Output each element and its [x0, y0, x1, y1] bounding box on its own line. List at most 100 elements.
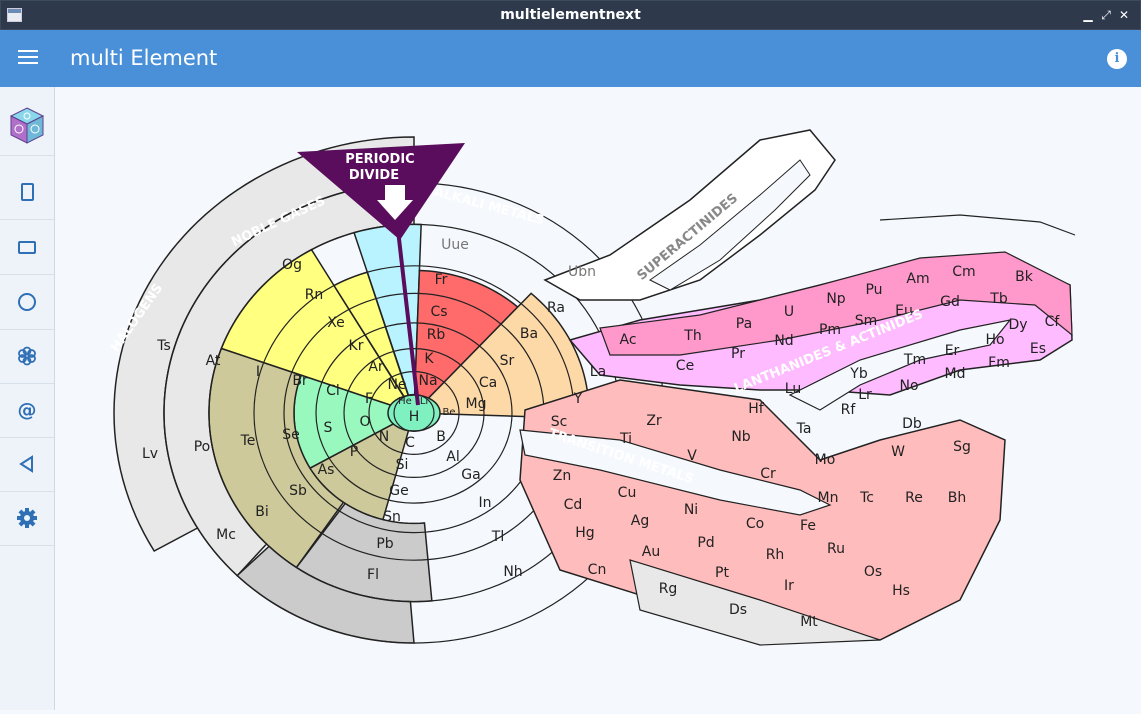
element-bh[interactable]: Bh — [948, 490, 966, 506]
element-sn[interactable]: Sn — [383, 509, 401, 525]
element-og[interactable]: Og — [282, 257, 302, 273]
element-pm[interactable]: Pm — [819, 322, 841, 338]
element-yb[interactable]: Yb — [849, 366, 868, 382]
element-la[interactable]: La — [590, 364, 606, 380]
element-os[interactable]: Os — [864, 564, 882, 580]
element-fe[interactable]: Fe — [800, 518, 816, 534]
element-dy[interactable]: Dy — [1008, 317, 1027, 333]
element-ubn[interactable]: Ubn — [568, 264, 596, 280]
element-si[interactable]: Si — [396, 457, 409, 473]
element-rn[interactable]: Rn — [305, 287, 324, 303]
element-ge[interactable]: Ge — [389, 483, 408, 499]
gear-icon[interactable] — [0, 491, 54, 546]
element-mc[interactable]: Mc — [216, 527, 236, 543]
element-ho[interactable]: Ho — [985, 332, 1004, 348]
element-lu[interactable]: Lu — [785, 381, 801, 397]
element-xe[interactable]: Xe — [327, 315, 345, 331]
element-bi[interactable]: Bi — [255, 504, 269, 520]
element-he[interactable]: He — [398, 396, 412, 407]
element-ta[interactable]: Ta — [796, 421, 812, 437]
element-p[interactable]: P — [350, 444, 358, 460]
element-ir[interactable]: Ir — [784, 578, 794, 594]
element-th[interactable]: Th — [683, 328, 701, 344]
element-tc[interactable]: Tc — [859, 490, 874, 506]
element-ts[interactable]: Ts — [156, 338, 171, 354]
element-ac[interactable]: Ac — [619, 332, 636, 348]
element-pr[interactable]: Pr — [731, 346, 745, 362]
element-fm[interactable]: Fm — [988, 355, 1010, 371]
element-br[interactable]: Br — [292, 373, 308, 389]
element-es[interactable]: Es — [1030, 341, 1046, 357]
element-md[interactable]: Md — [945, 366, 966, 382]
element-ca[interactable]: Ca — [479, 375, 497, 391]
element-pt[interactable]: Pt — [715, 565, 729, 581]
element-ru[interactable]: Ru — [827, 541, 845, 557]
element-o[interactable]: O — [359, 414, 370, 430]
element-rh[interactable]: Rh — [766, 547, 785, 563]
element-hg[interactable]: Hg — [575, 525, 594, 541]
element-gd[interactable]: Gd — [940, 294, 960, 310]
element-re[interactable]: Re — [905, 490, 923, 506]
info-icon[interactable]: i — [1107, 49, 1127, 69]
element-lv[interactable]: Lv — [142, 446, 158, 462]
element-mn[interactable]: Mn — [818, 490, 839, 506]
element-db[interactable]: Db — [902, 416, 922, 432]
menu-icon[interactable] — [18, 50, 38, 66]
element-rb[interactable]: Rb — [427, 327, 446, 343]
element-cm[interactable]: Cm — [952, 264, 975, 280]
element-w[interactable]: W — [891, 444, 905, 460]
element-tl[interactable]: Tl — [491, 529, 504, 545]
element-ga[interactable]: Ga — [461, 467, 480, 483]
element-s[interactable]: S — [324, 420, 333, 436]
element-mt[interactable]: Mt — [800, 614, 818, 630]
element-as[interactable]: As — [318, 462, 335, 478]
element-y[interactable]: Y — [573, 391, 583, 407]
element-am[interactable]: Am — [906, 271, 929, 287]
element-ar[interactable]: Ar — [368, 359, 384, 375]
element-rf[interactable]: Rf — [841, 402, 857, 418]
element-te[interactable]: Te — [240, 433, 256, 449]
element-uue[interactable]: Uue — [441, 237, 469, 253]
close-button[interactable]: ✕ — [1116, 7, 1132, 23]
element-ne[interactable]: Ne — [387, 377, 406, 393]
element-cd[interactable]: Cd — [564, 497, 583, 513]
element-i[interactable]: I — [256, 364, 260, 380]
minimize-button[interactable]: ▁ — [1080, 7, 1096, 23]
element-nd[interactable]: Nd — [774, 333, 793, 349]
element-ds[interactable]: Ds — [729, 602, 747, 618]
flower-icon[interactable] — [0, 329, 54, 384]
element-zr[interactable]: Zr — [646, 413, 662, 429]
element-ce[interactable]: Ce — [676, 358, 694, 374]
element-cl[interactable]: Cl — [326, 383, 340, 399]
element-se[interactable]: Se — [282, 427, 300, 443]
element-sb[interactable]: Sb — [289, 483, 307, 499]
element-k[interactable]: K — [424, 351, 434, 367]
element-sg[interactable]: Sg — [953, 439, 971, 455]
element-po[interactable]: Po — [194, 439, 211, 455]
element-v[interactable]: V — [687, 448, 697, 464]
element-na[interactable]: Na — [418, 373, 437, 389]
element-nh[interactable]: Nh — [503, 564, 522, 580]
element-ra[interactable]: Ra — [547, 300, 565, 316]
element-nb[interactable]: Nb — [731, 429, 750, 445]
element-mg[interactable]: Mg — [466, 396, 487, 412]
element-ti[interactable]: Ti — [619, 431, 632, 447]
element-n[interactable]: N — [379, 429, 389, 445]
element-in[interactable]: In — [478, 495, 491, 511]
maximize-button[interactable]: ⤢ — [1098, 7, 1114, 23]
element-kr[interactable]: Kr — [349, 338, 364, 354]
element-pb[interactable]: Pb — [376, 536, 393, 552]
element-cf[interactable]: Cf — [1045, 314, 1061, 330]
element-pu[interactable]: Pu — [865, 282, 882, 298]
element-be[interactable]: Be — [442, 407, 455, 418]
element-fr[interactable]: Fr — [435, 272, 448, 288]
element-np[interactable]: Np — [826, 291, 845, 307]
element-ba[interactable]: Ba — [520, 326, 538, 342]
element-bk[interactable]: Bk — [1015, 269, 1034, 285]
element-al[interactable]: Al — [446, 449, 459, 465]
portrait-icon[interactable] — [0, 165, 54, 220]
element-sr[interactable]: Sr — [500, 353, 515, 369]
element-at[interactable]: At — [206, 353, 221, 369]
element-co[interactable]: Co — [746, 516, 764, 532]
back-triangle-icon[interactable] — [0, 437, 54, 492]
